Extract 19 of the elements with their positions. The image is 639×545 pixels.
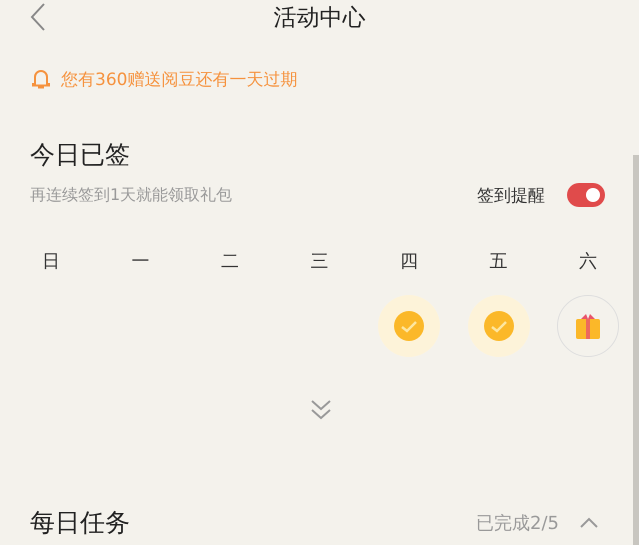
page-title: 活动中心 [274,4,366,32]
back-icon[interactable] [30,2,46,32]
weekday-label: 三 [310,250,328,273]
checkin-status-title: 今日已签 [30,139,131,171]
collapse-caret-icon[interactable] [579,516,599,528]
weekday-label: 四 [400,250,418,273]
reminder-toggle[interactable] [567,183,605,207]
checkin-hint: 再连续签到1天就能领取礼包 [30,184,234,206]
weekday-label: 一 [131,250,150,273]
weekday-label: 六 [579,250,598,273]
weekday-label: 日 [42,250,60,273]
expiry-notice: 您有360赠送阅豆还有一天过期 [61,68,298,90]
gift-icon[interactable] [557,295,620,357]
weekday-label: 五 [490,250,508,273]
weekday-label: 二 [220,250,239,273]
bell-icon [31,68,51,90]
daily-tasks-title: 每日任务 [30,507,131,539]
expand-chevron-icon[interactable] [310,399,332,421]
reminder-label: 签到提醒 [477,184,545,206]
